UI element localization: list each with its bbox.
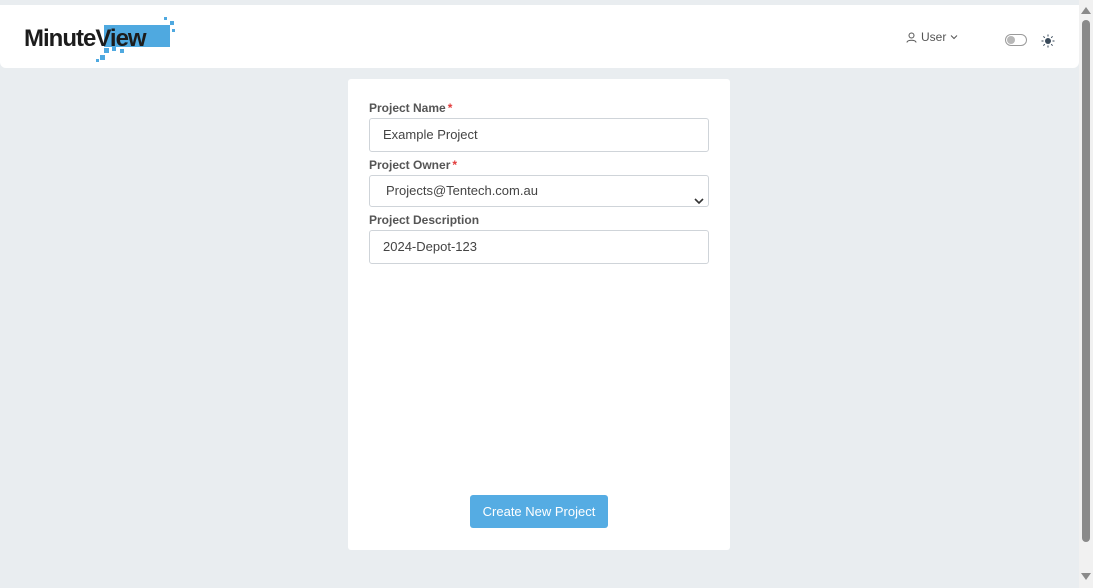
scroll-down-arrow-icon[interactable]: [1081, 573, 1091, 580]
project-name-input[interactable]: Example Project: [369, 118, 709, 152]
logo-pixel: [164, 17, 167, 20]
project-description-value: 2024-Depot-123: [383, 239, 477, 254]
project-name-value: Example Project: [383, 127, 478, 142]
scrollbar-thumb[interactable]: [1082, 20, 1090, 542]
scroll-up-arrow-icon[interactable]: [1081, 7, 1091, 14]
project-description-input[interactable]: 2024-Depot-123: [369, 230, 709, 264]
user-menu[interactable]: User: [906, 29, 958, 45]
project-owner-value: Projects@Tentech.com.au: [386, 183, 538, 198]
create-project-button[interactable]: Create New Project: [470, 495, 608, 528]
project-owner-label: Project Owner *: [369, 158, 458, 172]
theme-toggle[interactable]: [1005, 34, 1027, 46]
minuteview-logo[interactable]: MinuteView: [24, 17, 176, 62]
logo-pixel: [172, 29, 175, 32]
top-header: MinuteView User: [0, 5, 1079, 68]
logo-pixel: [170, 21, 174, 25]
user-label: User: [921, 30, 947, 44]
required-mark: *: [447, 101, 453, 115]
project-description-label: Project Description: [369, 213, 480, 227]
toggle-knob: [1007, 36, 1015, 44]
logo-pixel: [100, 55, 105, 60]
logo-text: MinuteView: [24, 25, 147, 52]
new-project-form: Project Name * Example Project Project Ow…: [348, 79, 730, 550]
vertical-scrollbar[interactable]: [1079, 0, 1093, 588]
sun-icon[interactable]: [1041, 34, 1055, 48]
project-owner-select[interactable]: Projects@Tentech.com.au: [369, 175, 709, 207]
project-name-label: Project Name *: [369, 101, 453, 115]
chevron-down-icon: [694, 186, 704, 216]
logo-pixel: [96, 59, 99, 62]
required-mark: *: [452, 158, 458, 172]
user-icon: [906, 32, 917, 43]
chevron-down-icon: [950, 34, 958, 40]
